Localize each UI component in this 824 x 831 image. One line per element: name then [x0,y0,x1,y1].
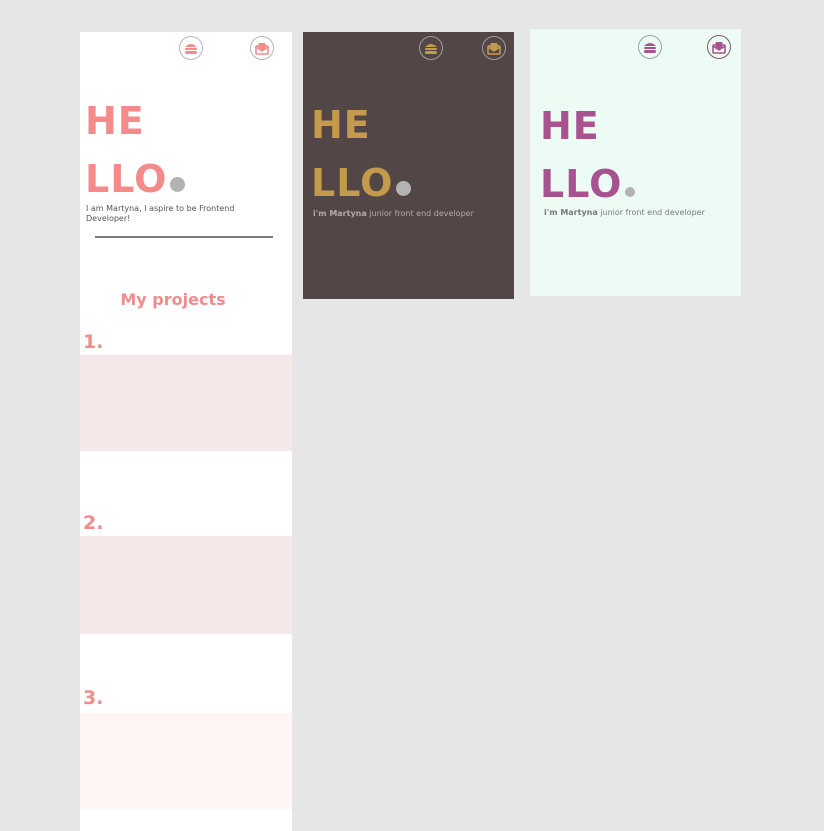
tagline-name: i'm Martyna [313,209,367,218]
divider [95,236,273,238]
hello-heading: HE LLO [85,92,186,208]
hello-dot [396,181,412,196]
hello-dot [625,187,636,197]
hello-line-2: LLO [85,157,168,201]
project-card-3[interactable] [80,713,292,809]
mail-button[interactable] [250,36,274,60]
burger-icon [185,43,197,54]
menu-button[interactable] [179,36,203,60]
hello-line-2: LLO [311,161,394,205]
project-number-3: 3. [83,687,104,709]
project-card-2[interactable] [80,536,292,634]
artboard-dark: HE LLO i'm Martyna junior front end deve… [303,32,514,299]
hello-line-1: HE [311,103,371,147]
hello-heading: HE LLO [540,97,636,213]
hello-line-2-wrap: LLO [85,150,186,208]
burger-icon [425,43,437,54]
hello-line-2-wrap: LLO [540,155,636,213]
hello-line-2: LLO [540,162,623,206]
tagline-role: junior front end developer [369,209,474,218]
project-card-1[interactable] [80,355,292,451]
hello-line-2-wrap: LLO [311,154,412,212]
artboard-mint: HE LLO i'm Martyna junior front end deve… [530,29,741,296]
hello-line-1: HE [85,99,145,143]
mail-button[interactable] [482,36,506,60]
tagline: i'm Martyna junior front end developer [313,209,474,218]
artboard-white: HE LLO I am Martyna, I aspire to be Fron… [80,32,292,831]
menu-button[interactable] [419,36,443,60]
menu-button[interactable] [638,35,662,59]
mail-icon [487,42,501,55]
projects-title: My projects [120,290,226,309]
mail-icon [712,41,726,54]
hello-line-1: HE [540,104,600,148]
hello-heading: HE LLO [311,96,412,212]
mail-icon [255,42,269,55]
burger-icon [644,42,656,53]
intro-text: I am Martyna, I aspire to be Frontend De… [86,204,235,223]
project-number-1: 1. [83,331,104,353]
tagline: i'm Martyna junior front end developer [544,208,705,217]
project-number-2: 2. [83,512,104,534]
mail-button[interactable] [707,35,731,59]
hello-dot [170,177,186,192]
tagline-name: i'm Martyna [544,208,598,217]
tagline-role: junior front end developer [600,208,705,217]
